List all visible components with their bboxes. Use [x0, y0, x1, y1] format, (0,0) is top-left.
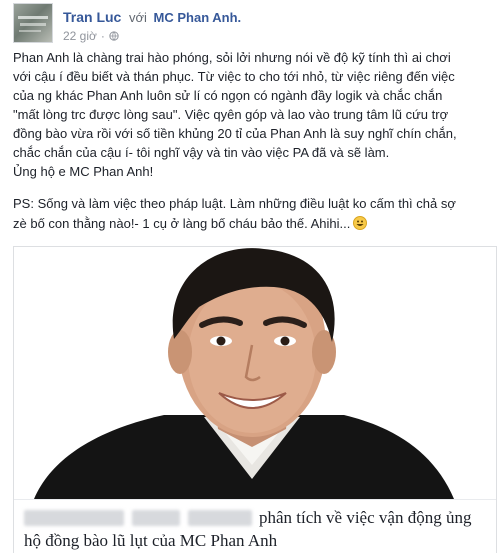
author-name-link[interactable]: Tran Luc	[63, 9, 121, 25]
photo-caption: phân tích về việc vận động ủng hộ đồng b…	[14, 499, 496, 553]
author-line: Tran Luc với MC Phan Anh.	[63, 9, 241, 25]
post-body-line: "mất lòng trc được lòng sau". Việc qyên …	[13, 107, 449, 122]
post-body-line: với cậu í đều biết và thán phục. Từ việc…	[13, 69, 455, 84]
with-word: với	[128, 10, 147, 25]
post-body-line: đồng bào vừa rồi với số tiền khủng 20 tỉ…	[13, 126, 457, 141]
caption-line: hộ đồng bào lũ lụt của MC Phan Anh	[24, 531, 278, 550]
blurred-caption-text	[24, 510, 124, 526]
post-timestamp[interactable]: 22 giờ	[63, 29, 97, 43]
post-meta: 22 giờ ·	[63, 29, 119, 43]
post-body-line: Ủng hộ e MC Phan Anh!	[13, 164, 154, 179]
blurred-caption-text	[132, 510, 180, 526]
facebook-post: Tran Luc với MC Phan Anh. 22 giờ · Phan A…	[0, 0, 497, 553]
globe-icon[interactable]	[109, 29, 119, 43]
caption-line: phân tích về việc vận động ủng	[259, 508, 472, 527]
post-body-line: của ng khác Phan Anh luôn sử lí có ngọn …	[13, 88, 443, 103]
post-body-line: chắc chắn của cậu í- tôi nghĩ vậy và tin…	[13, 145, 390, 160]
shared-photo-card[interactable]: phân tích về việc vận động ủng hộ đồng b…	[13, 246, 497, 553]
avatar[interactable]	[13, 3, 53, 43]
grinning-emoji-icon	[353, 216, 368, 230]
tagged-person-link[interactable]: MC Phan Anh.	[154, 10, 242, 25]
blurred-caption-text	[188, 510, 252, 526]
ps-line: zè bố con thằng nào!- 1 cụ ở làng bố chá…	[13, 216, 351, 231]
post-body: Phan Anh là chàng trai hào phóng, sỏi lở…	[13, 48, 497, 181]
post-body-line: Phan Anh là chàng trai hào phóng, sỏi lở…	[13, 50, 451, 65]
ps-line: PS: Sống và làm việc theo pháp luật. Làm…	[13, 196, 456, 211]
portrait-photo[interactable]	[14, 247, 496, 499]
meta-separator: ·	[100, 29, 105, 43]
